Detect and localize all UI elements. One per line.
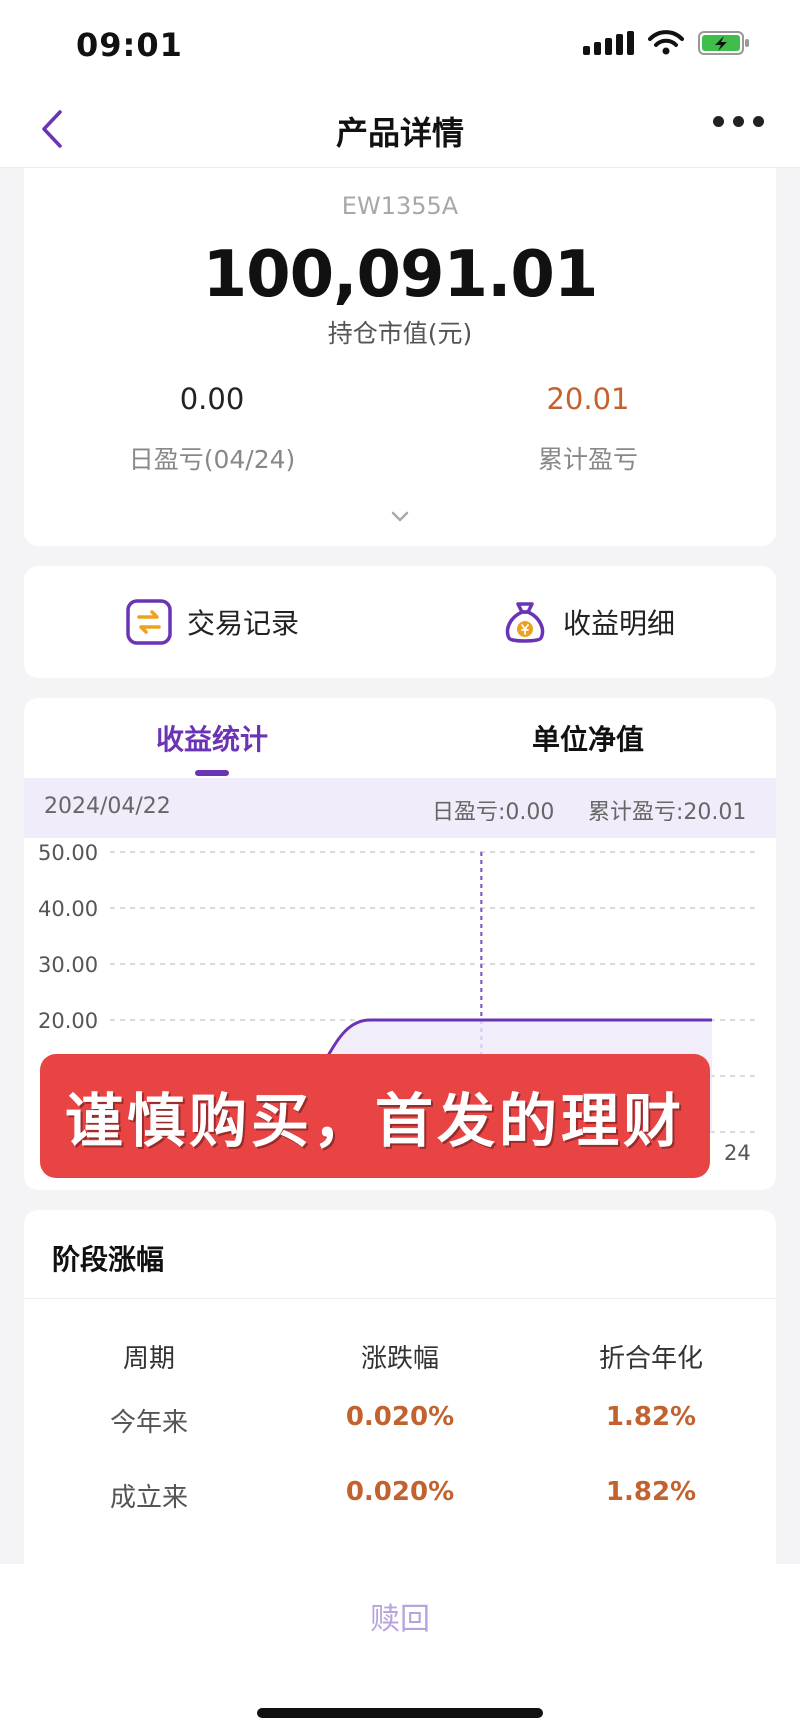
period-returns-title: 阶段涨幅 bbox=[52, 1243, 165, 1276]
exchange-icon bbox=[126, 599, 172, 645]
status-icons bbox=[583, 30, 750, 56]
y-tick-label: 40.00 bbox=[38, 897, 98, 921]
table-cell: 成立来 bbox=[109, 1483, 188, 1513]
active-tab-indicator bbox=[195, 770, 229, 776]
battery-charging-icon bbox=[698, 31, 749, 55]
daily-pnl-value: 0.00 bbox=[179, 382, 245, 416]
trade-records-button[interactable]: 交易记录 bbox=[24, 566, 400, 678]
table-cell: 1.82% bbox=[605, 1402, 697, 1432]
product-code: EW1355A bbox=[341, 192, 459, 220]
cellular-signal-icon bbox=[583, 31, 634, 55]
status-bar: 09:01 bbox=[0, 0, 800, 90]
warning-banner-text: 谨慎购买，首发的理财 bbox=[64, 1087, 685, 1155]
table-header-cell: 折合年化 bbox=[598, 1344, 703, 1374]
redeem-button[interactable]: 赎回 bbox=[0, 1594, 800, 1638]
divider bbox=[24, 1298, 776, 1299]
selected-cumulative-pnl: 累计盈亏:20.01 bbox=[588, 800, 747, 825]
chevron-down-icon[interactable] bbox=[390, 510, 410, 524]
selected-daily-pnl: 日盈亏:0.00 bbox=[432, 800, 555, 825]
actions-card: 交易记录 收益明细 bbox=[24, 566, 776, 678]
chart-info-strip: 2024/04/22 日盈亏:0.00 累计盈亏:20.01 bbox=[24, 778, 776, 838]
tab-unit-nav[interactable]: 单位净值 bbox=[400, 698, 776, 778]
status-time: 09:01 bbox=[76, 26, 183, 64]
income-details-button[interactable]: 收益明细 bbox=[400, 566, 776, 678]
cumulative-pnl-value: 20.01 bbox=[546, 382, 630, 416]
bottom-bar: 赎回 bbox=[0, 1564, 800, 1731]
table-cell: 今年来 bbox=[109, 1408, 188, 1438]
daily-pnl: 0.00 日盈亏(04/24) bbox=[24, 382, 400, 476]
market-value: 100,091.01 bbox=[202, 238, 599, 312]
cumulative-pnl: 20.01 累计盈亏 bbox=[400, 382, 776, 476]
daily-pnl-label: 日盈亏(04/24) bbox=[128, 445, 296, 474]
table-row: 今年来 0.020% 1.82% bbox=[24, 1402, 776, 1442]
x-tick-label: 24 bbox=[724, 1141, 751, 1165]
y-tick-label: 20.00 bbox=[38, 1009, 98, 1033]
money-bag-icon bbox=[505, 602, 545, 643]
selected-date: 2024/04/22 bbox=[44, 794, 171, 819]
page-title: 产品详情 bbox=[335, 114, 464, 152]
tab-income-stats[interactable]: 收益统计 bbox=[24, 698, 400, 778]
warning-banner: 谨慎购买，首发的理财 bbox=[40, 1054, 710, 1178]
table-header-row: 周期 涨跌幅 折合年化 bbox=[24, 1338, 776, 1378]
table-cell: 0.020% bbox=[345, 1402, 455, 1432]
y-tick-label: 50.00 bbox=[38, 841, 98, 865]
trade-records-label: 交易记录 bbox=[186, 607, 299, 640]
table-header-cell: 涨跌幅 bbox=[360, 1344, 439, 1374]
wifi-icon bbox=[648, 30, 684, 55]
holding-summary-card: EW1355A 100,091.01 持仓市值(元) 0.00 日盈亏(04/2… bbox=[24, 168, 776, 546]
table-cell: 1.82% bbox=[605, 1477, 697, 1507]
table-header-cell: 周期 bbox=[122, 1344, 175, 1374]
y-tick-label: 30.00 bbox=[38, 953, 98, 977]
income-details-label: 收益明细 bbox=[562, 607, 675, 640]
cumulative-pnl-label: 累计盈亏 bbox=[537, 445, 638, 474]
table-row: 成立来 0.020% 1.82% bbox=[24, 1477, 776, 1517]
more-options-icon[interactable] bbox=[713, 116, 764, 127]
table-cell: 0.020% bbox=[345, 1477, 455, 1507]
home-indicator bbox=[257, 1708, 543, 1718]
nav-bar: 产品详情 bbox=[0, 90, 800, 168]
market-value-label: 持仓市值(元) bbox=[327, 319, 473, 348]
